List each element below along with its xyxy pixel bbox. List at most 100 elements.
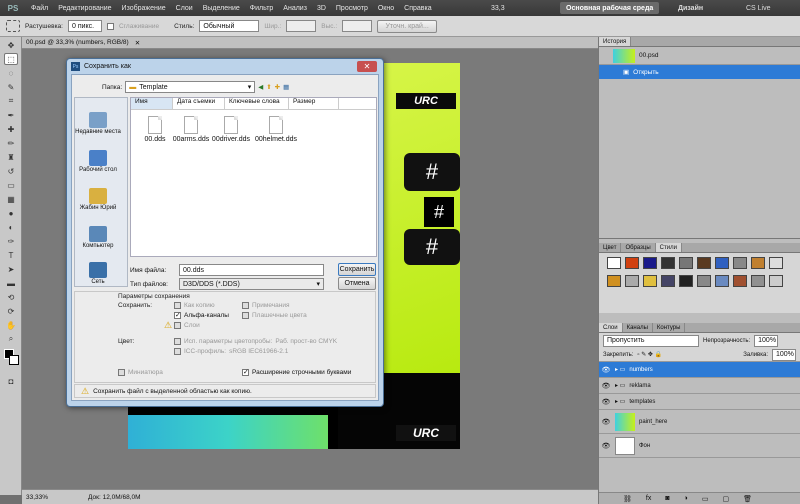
lock-icons[interactable]: ▫ ✎ ✥ 🔒 bbox=[637, 351, 662, 358]
eye-icon[interactable]: 👁 bbox=[601, 417, 611, 427]
marquee-tool-icon[interactable]: ⬚ bbox=[4, 53, 18, 65]
proof-option[interactable]: Исп. параметры цветопробы: Раб. прост-во … bbox=[174, 338, 337, 345]
alpha-option[interactable]: ✓ Альфа-каналы bbox=[174, 312, 229, 319]
filetype-select[interactable]: D3D/DDS (*.DDS) ▾ bbox=[179, 278, 324, 290]
eye-icon[interactable]: 👁 bbox=[601, 381, 611, 391]
blur-tool-icon[interactable]: ● bbox=[4, 207, 18, 219]
col-name[interactable]: Имя bbox=[131, 98, 173, 109]
style-swatch[interactable] bbox=[733, 275, 747, 287]
as-copy-checkbox[interactable] bbox=[174, 302, 181, 309]
new-group-icon[interactable]: ▭ bbox=[702, 495, 709, 503]
save-button[interactable]: Сохранить bbox=[338, 263, 376, 276]
color-swatches[interactable] bbox=[2, 349, 19, 371]
alpha-checkbox[interactable]: ✓ bbox=[174, 312, 181, 319]
history-brush-icon[interactable]: ↺ bbox=[4, 165, 18, 177]
tab-layers[interactable]: Слои bbox=[599, 323, 623, 332]
menu-help[interactable]: Справка bbox=[399, 5, 436, 12]
style-swatch[interactable] bbox=[643, 257, 657, 269]
layer-row-background[interactable]: 👁 Фон bbox=[599, 434, 800, 458]
place-user[interactable]: Жабин Юрий bbox=[75, 188, 121, 211]
style-swatch[interactable] bbox=[697, 275, 711, 287]
menu-window[interactable]: Окно bbox=[373, 5, 399, 12]
crop-tool-icon[interactable]: ⌗ bbox=[4, 95, 18, 107]
file-item[interactable]: 00.dds bbox=[135, 116, 175, 143]
style-swatch[interactable] bbox=[715, 275, 729, 287]
file-item[interactable]: 00driver.dds bbox=[211, 116, 251, 143]
tab-swatches[interactable]: Образцы bbox=[621, 243, 656, 252]
new-folder-icon[interactable]: ✚ bbox=[275, 83, 280, 91]
layers-checkbox[interactable] bbox=[174, 322, 181, 329]
style-swatch[interactable] bbox=[679, 275, 693, 287]
menu-layers[interactable]: Слои bbox=[171, 5, 198, 12]
place-desktop[interactable]: Рабочий стол bbox=[75, 150, 121, 173]
layer-row-numbers[interactable]: 👁 ▸ ▭ numbers bbox=[599, 362, 800, 378]
history-state[interactable]: ▣ Открыть bbox=[599, 65, 800, 79]
stamp-tool-icon[interactable]: ♜ bbox=[4, 151, 18, 163]
proof-checkbox[interactable] bbox=[174, 338, 181, 345]
history-snapshot[interactable]: 00.psd bbox=[599, 47, 800, 65]
style-swatch[interactable] bbox=[751, 275, 765, 287]
3d-rotate-icon[interactable]: ⟲ bbox=[4, 291, 18, 303]
thumb-option[interactable]: Миниатюра bbox=[118, 369, 163, 376]
tab-styles[interactable]: Стили bbox=[655, 243, 682, 252]
spot-checkbox[interactable] bbox=[242, 312, 249, 319]
layer-row-reklama[interactable]: 👁 ▸ ▭ reklama bbox=[599, 378, 800, 394]
tab-history[interactable]: История bbox=[599, 37, 632, 46]
menu-filter[interactable]: Фильтр bbox=[245, 5, 279, 12]
col-size[interactable]: Размер bbox=[289, 98, 339, 109]
col-keywords[interactable]: Ключевые слова bbox=[225, 98, 289, 109]
menu-3d[interactable]: 3D bbox=[312, 5, 331, 12]
eyedropper-icon[interactable]: ✒ bbox=[4, 109, 18, 121]
icc-checkbox[interactable] bbox=[174, 348, 181, 355]
document-tab[interactable]: 00.psd @ 33,3% (numbers, RGB/8) ✕ bbox=[22, 37, 598, 49]
close-icon[interactable]: ✕ bbox=[357, 61, 377, 72]
path-select-icon[interactable]: ➤ bbox=[4, 263, 18, 275]
dodge-tool-icon[interactable]: ◐ bbox=[4, 221, 18, 233]
cancel-button[interactable]: Отмена bbox=[338, 277, 376, 290]
tab-channels[interactable]: Каналы bbox=[623, 323, 653, 332]
quick-select-icon[interactable]: ✎ bbox=[4, 81, 18, 93]
status-doc-size[interactable]: Док: 12,0M/68,0M bbox=[88, 494, 140, 501]
refine-edge-button[interactable]: Уточн. край... bbox=[377, 19, 438, 33]
shape-tool-icon[interactable]: ▬ bbox=[4, 277, 18, 289]
spot-option[interactable]: Плашечные цвета bbox=[242, 312, 307, 319]
view-menu-icon[interactable]: ▦ bbox=[283, 83, 289, 91]
eraser-icon[interactable]: ▭ bbox=[4, 179, 18, 191]
dialog-titlebar[interactable]: Ps Сохранить как bbox=[67, 59, 383, 74]
eye-icon[interactable]: 👁 bbox=[601, 441, 611, 451]
3d-orbit-icon[interactable]: ⟳ bbox=[4, 305, 18, 317]
style-none[interactable] bbox=[607, 257, 621, 269]
cs-live-button[interactable]: CS Live bbox=[740, 2, 777, 14]
menu-select[interactable]: Выделение bbox=[198, 5, 245, 12]
ext-option[interactable]: ✓ Расширение строчными буквами bbox=[242, 369, 351, 376]
ext-checkbox[interactable]: ✓ bbox=[242, 369, 249, 376]
icc-option[interactable]: ICC-профиль: sRGB IEC61966-2.1 bbox=[174, 348, 288, 355]
gradient-tool-icon[interactable]: ▦ bbox=[4, 193, 18, 205]
width-input[interactable] bbox=[286, 20, 317, 32]
folder-select[interactable]: ▬ Template ▾ bbox=[125, 81, 256, 93]
type-tool-icon[interactable]: T bbox=[4, 249, 18, 261]
pen-tool-icon[interactable]: ✑ bbox=[4, 235, 18, 247]
opacity-input[interactable]: 100% bbox=[754, 334, 779, 347]
new-layer-icon[interactable]: ▢ bbox=[722, 495, 729, 503]
place-recent[interactable]: Недавние места bbox=[75, 112, 121, 135]
notes-option[interactable]: Примечания bbox=[242, 302, 290, 309]
file-list[interactable]: Имя Дата съемки Ключевые слова Размер 00… bbox=[130, 97, 377, 257]
layer-row-templates[interactable]: 👁 ▸ ▭ templates bbox=[599, 394, 800, 410]
brush-tool-icon[interactable]: ✏ bbox=[4, 137, 18, 149]
style-swatch[interactable] bbox=[751, 257, 765, 269]
style-swatch[interactable] bbox=[625, 275, 639, 287]
style-swatch[interactable] bbox=[769, 257, 783, 269]
back-icon[interactable]: ◀ bbox=[258, 83, 263, 91]
up-folder-icon[interactable]: ⬆ bbox=[266, 83, 271, 91]
style-swatch[interactable] bbox=[607, 275, 621, 287]
style-swatch[interactable] bbox=[643, 275, 657, 287]
link-layers-icon[interactable]: ⛓ bbox=[623, 495, 632, 503]
eye-icon[interactable]: 👁 bbox=[601, 397, 611, 407]
feather-input[interactable]: 0 пикс. bbox=[67, 20, 102, 32]
style-swatch[interactable] bbox=[733, 257, 747, 269]
adjustment-icon[interactable]: ◑ bbox=[684, 495, 688, 502]
background-color[interactable] bbox=[9, 355, 19, 365]
workspace-button[interactable]: Основная рабочая среда bbox=[560, 2, 660, 14]
style-swatch[interactable] bbox=[661, 257, 675, 269]
